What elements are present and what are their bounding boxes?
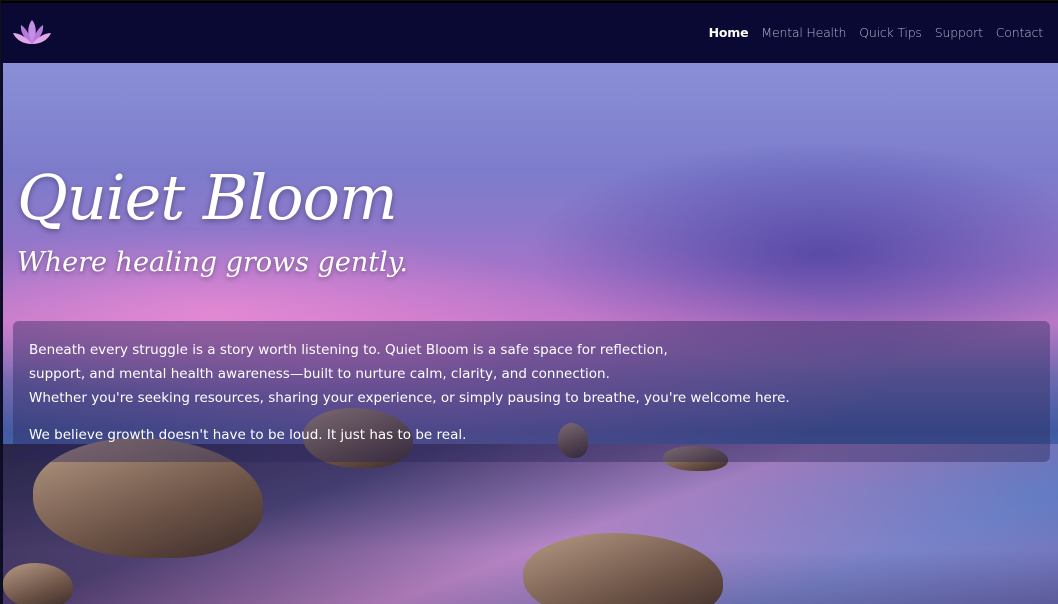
hero-section: Quiet Bloom Where healing grows gently. … xyxy=(3,63,1058,604)
lotus-icon[interactable] xyxy=(11,16,53,50)
intro-line-3: Whether you're seeking resources, sharin… xyxy=(29,390,790,406)
intro-line-2: support, and mental health awareness—bui… xyxy=(29,366,610,382)
navbar: Home Mental Health Quick Tips Support Co… xyxy=(1,1,1058,63)
nav-quick-tips-link[interactable]: Quick Tips xyxy=(859,25,922,40)
page-frame: Home Mental Health Quick Tips Support Co… xyxy=(0,0,1058,604)
hero-title: Quiet Bloom xyxy=(17,161,398,234)
main-nav: Home Mental Health Quick Tips Support Co… xyxy=(709,25,1044,40)
nav-support-link[interactable]: Support xyxy=(935,25,983,40)
nav-mental-health-link[interactable]: Mental Health xyxy=(761,25,846,40)
intro-line-1: Beneath every struggle is a story worth … xyxy=(29,342,668,358)
intro-panel: Beneath every struggle is a story worth … xyxy=(13,321,1050,462)
intro-closing: We believe growth doesn't have to be lou… xyxy=(29,427,467,443)
nav-contact-link[interactable]: Contact xyxy=(996,25,1043,40)
hero-subtitle: Where healing grows gently. xyxy=(17,247,408,278)
nav-home-link[interactable]: Home xyxy=(709,25,749,40)
